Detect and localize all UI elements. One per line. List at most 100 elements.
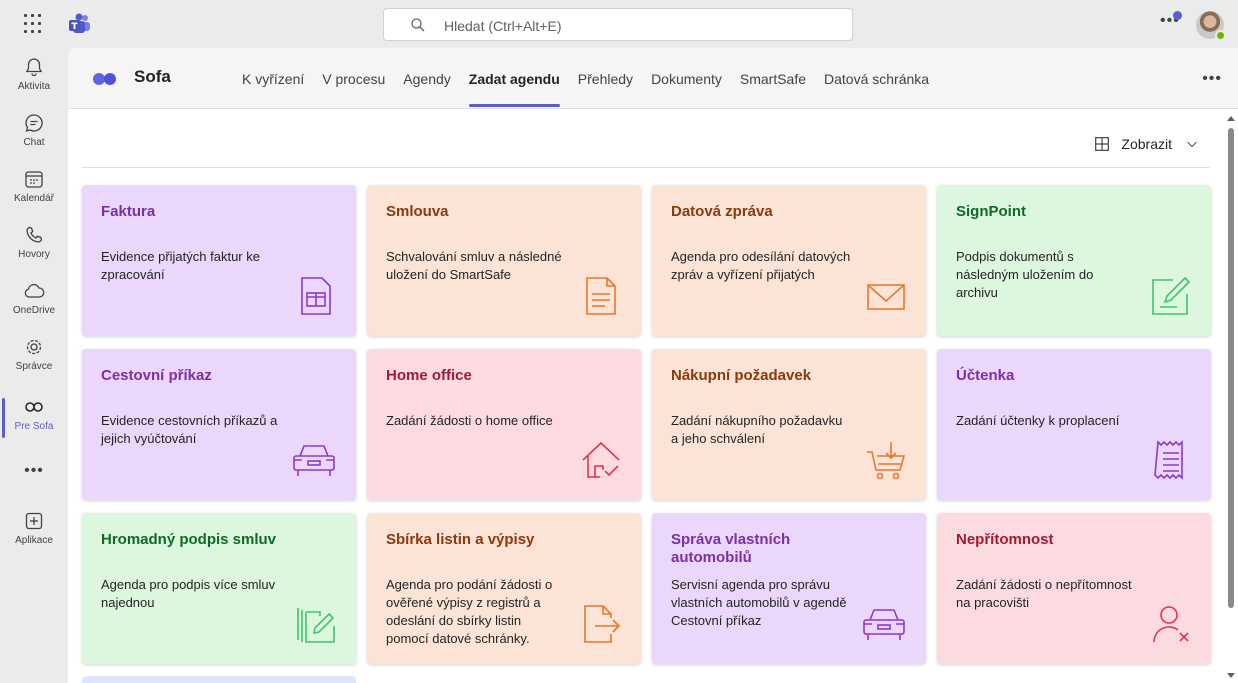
view-button[interactable]: Zobrazit xyxy=(1095,136,1198,152)
chat-icon xyxy=(25,114,43,132)
tab-smartsafe[interactable]: SmartSafe xyxy=(731,48,815,109)
rail-label: Kalendář xyxy=(13,193,55,204)
tab-prehledy[interactable]: Přehledy xyxy=(569,48,642,109)
card-datova-zprava[interactable]: Datová zpráva Agenda pro odesílání datov… xyxy=(652,185,926,336)
content-toolbar: Zobrazit xyxy=(82,110,1210,168)
rail-item-pre-sofa[interactable]: Pre Sofa xyxy=(0,396,68,448)
card-signpoint[interactable]: SignPoint Podpis dokumentů s následným u… xyxy=(937,185,1211,336)
card-title: Nepřítomnost xyxy=(956,531,1054,548)
document-icon xyxy=(586,277,616,315)
card-title: Nákupní požadavek xyxy=(671,367,812,384)
card-description: Podpis dokumentů s následným uložením do… xyxy=(956,249,1094,300)
scroll-down-icon[interactable] xyxy=(1227,673,1235,678)
multi-sign-icon xyxy=(297,608,335,643)
car-icon xyxy=(863,609,905,640)
tab-bar: K vyřízení V procesu Agendy Zadat agendu… xyxy=(233,48,938,109)
sofa-logo-icon xyxy=(93,72,116,90)
rail-item-onedrive[interactable]: OneDrive xyxy=(0,280,68,332)
tab-v-procesu[interactable]: V procesu xyxy=(313,48,394,109)
card-title: Hromadný podpis smluv xyxy=(101,531,277,548)
card-title: Cestovní příkaz xyxy=(101,367,212,384)
card-nakupni-pozadavek[interactable]: Nákupní požadavek Zadání nákupního požad… xyxy=(652,349,926,500)
card-description: Evidence přijatých faktur ke zpracování xyxy=(101,249,260,282)
search-input[interactable]: Hledat (Ctrl+Alt+E) xyxy=(383,8,853,41)
rail-item-activity[interactable]: Aktivita xyxy=(0,56,68,108)
scroll-up-icon[interactable] xyxy=(1227,116,1235,121)
card-nepritomnost[interactable]: Nepřítomnost Zadání žádosti o nepřítomno… xyxy=(937,513,1211,664)
rail-label: Pre Sofa xyxy=(14,421,54,432)
rail-label: Aplikace xyxy=(15,535,53,546)
card-description: Zadání žádosti o nepřítomnost na pracovi… xyxy=(956,577,1132,610)
app-title: Sofa xyxy=(134,67,171,86)
card-uctenka[interactable]: Účtenka Zadání účtenky k proplacení xyxy=(937,349,1211,500)
invoice-icon xyxy=(301,277,331,315)
card-title: Datová zpráva xyxy=(671,203,773,220)
card-description: Schvalování smluv a následné uložení do … xyxy=(386,249,562,282)
rail-item-calls[interactable]: Hovory xyxy=(0,224,68,276)
rail-item-chat[interactable]: Chat xyxy=(0,112,68,164)
tab-datova-schranka[interactable]: Datová schránka xyxy=(815,48,938,109)
search-icon xyxy=(411,18,425,32)
calendar-icon xyxy=(25,171,43,188)
card-partial xyxy=(82,676,356,683)
notification-dot xyxy=(1173,11,1182,20)
more-apps-icon[interactable]: ••• xyxy=(0,462,68,480)
card-description: Evidence cestovních příkazů a jejich vyú… xyxy=(101,413,278,446)
admin-gear-icon xyxy=(26,339,42,355)
card-cestovni-prikaz[interactable]: Cestovní příkaz Evidence cestovních přík… xyxy=(82,349,356,500)
rail-item-calendar[interactable]: Kalendář xyxy=(0,168,68,220)
rail-item-apps[interactable]: Aplikace xyxy=(0,510,68,562)
rail-label: Hovory xyxy=(18,249,50,260)
plus-square-icon xyxy=(25,512,43,530)
tab-zadat-agendu[interactable]: Zadat agendu xyxy=(460,48,569,109)
agenda-grid: Faktura Evidence přijatých faktur ke zpr… xyxy=(82,185,1212,664)
bell-icon xyxy=(25,58,43,77)
card-title: Účtenka xyxy=(956,367,1015,384)
chevron-down-icon xyxy=(1187,141,1197,148)
card-description: Servisní agenda pro správu vlastních aut… xyxy=(671,577,847,628)
card-title: Sbírka listin a výpisy xyxy=(386,531,535,548)
envelope-icon xyxy=(867,284,905,310)
presence-available-icon xyxy=(1215,30,1226,41)
card-description: Agenda pro podpis více smluv najednou xyxy=(101,577,276,610)
card-sprava-automobilu[interactable]: Správa vlastních automobilů Servisní age… xyxy=(652,513,926,664)
tab-k-vyrizeni[interactable]: K vyřízení xyxy=(233,48,313,109)
card-description: Agenda pro odesílání datových zpráv a vy… xyxy=(671,249,851,282)
sign-edit-icon xyxy=(1152,276,1191,315)
phone-icon xyxy=(26,226,43,243)
person-x-icon xyxy=(1153,606,1189,643)
top-bar: Hledat (Ctrl+Alt+E) ••• xyxy=(0,0,1238,48)
card-title: Smlouva xyxy=(386,203,449,220)
card-title: Home office xyxy=(386,367,472,384)
card-title: Správa vlastních automobilů xyxy=(671,531,791,566)
card-title: Faktura xyxy=(101,203,156,220)
cart-icon xyxy=(867,442,906,480)
grid-view-icon xyxy=(1095,137,1110,151)
scrollbar-thumb[interactable] xyxy=(1228,128,1234,608)
rail-label: Správce xyxy=(15,361,53,372)
card-description: Agenda pro podání žádosti o ověřené výpi… xyxy=(386,577,553,646)
rail-label: Aktivita xyxy=(17,81,51,92)
app-more-icon[interactable]: ••• xyxy=(1202,70,1222,88)
rail-label: OneDrive xyxy=(12,305,56,316)
card-smlouva[interactable]: Smlouva Schvalování smluv a následné ulo… xyxy=(367,185,641,336)
rail-item-admin[interactable]: Správce xyxy=(0,336,68,388)
tab-agendy[interactable]: Agendy xyxy=(394,48,459,109)
card-hromadny-podpis[interactable]: Hromadný podpis smluv Agenda pro podpis … xyxy=(82,513,356,664)
card-faktura[interactable]: Faktura Evidence přijatých faktur ke zpr… xyxy=(82,185,356,336)
card-sbirka-listin[interactable]: Sbírka listin a výpisy Agenda pro podání… xyxy=(367,513,641,664)
card-home-office[interactable]: Home office Zadání žádosti o home office xyxy=(367,349,641,500)
avatar[interactable] xyxy=(1196,11,1226,41)
app-header: Sofa K vyřízení V procesu Agendy Zadat a… xyxy=(68,48,1238,109)
app-content: Sofa K vyřízení V procesu Agendy Zadat a… xyxy=(68,48,1238,683)
app-launcher-icon[interactable] xyxy=(24,14,44,34)
view-label: Zobrazit xyxy=(1121,136,1172,152)
left-rail: Aktivita Chat Kalendář Hovory OneDrive S… xyxy=(0,48,68,683)
rail-label: Chat xyxy=(23,137,45,148)
card-title: SignPoint xyxy=(956,203,1026,220)
card-description: Zadání žádosti o home office xyxy=(386,413,553,428)
tab-dokumenty[interactable]: Dokumenty xyxy=(642,48,731,109)
vertical-scrollbar[interactable] xyxy=(1226,112,1236,680)
home-check-icon xyxy=(582,441,620,478)
teams-logo-icon xyxy=(69,13,90,33)
